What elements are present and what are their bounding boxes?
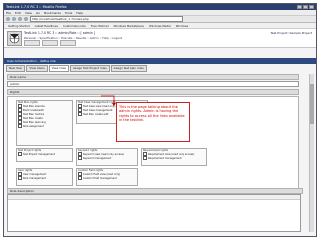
nav-button[interactable] [60, 40, 76, 46]
checkbox[interactable] [18, 124, 22, 128]
menu-help[interactable]: Help [76, 11, 83, 15]
tab-new-user[interactable]: New User [6, 65, 26, 72]
checkbox-label: Test Project management [23, 152, 55, 156]
checkbox[interactable] [78, 112, 82, 116]
checkbox-label: Custom Field management [83, 176, 117, 180]
editor-toolbar[interactable] [8, 195, 300, 200]
checkbox-label: Test Case management [83, 108, 113, 112]
checkbox-label: Test Plan create edit [83, 112, 109, 116]
checkbox[interactable] [78, 176, 82, 180]
checkbox-label: Test Plan execute [23, 104, 45, 108]
tab-assign-plan-roles[interactable]: Assign test plan roles [110, 65, 147, 72]
role-name-input[interactable]: admin [7, 81, 299, 87]
tab-view-users[interactable]: View Users [26, 65, 48, 72]
rights-label: Rights [7, 89, 299, 95]
role-name-label: Role name [7, 74, 299, 80]
address-bar[interactable]: http://localhost/testlink_1.7/index.php [30, 16, 183, 22]
annotation-note: This is the page talking about the admin… [116, 102, 190, 142]
group-user-rights: User rights User management Role managem… [16, 168, 73, 186]
menu-file[interactable]: File [6, 11, 11, 15]
test-project-label: Test Project: Sample Project [270, 31, 312, 35]
checkbox-label: Build create/edit [23, 108, 44, 112]
checkbox-row[interactable]: Requirement management [142, 156, 206, 160]
section-title: User Administration - define role [4, 58, 316, 64]
close-button[interactable] [309, 5, 314, 9]
group-test-project-rights: Test Project rights Test Project managem… [16, 148, 73, 162]
checkbox-row[interactable]: Test Project management [17, 152, 72, 156]
checkbox-label: Requirement view (read only access) [148, 152, 195, 156]
checkbox-label: User management [23, 172, 47, 176]
tab-view-roles[interactable]: View roles [48, 65, 70, 72]
maximize-button[interactable] [303, 5, 308, 9]
browser-window: TestLink 1.7.0 RC 3 :: Mozilla Firefox F… [3, 3, 317, 237]
checkbox-label: Role management [23, 176, 46, 180]
checkbox-label: Role assignment [23, 124, 44, 128]
group-keyword-rights: Keyword rights Keyword view (read only a… [76, 148, 138, 166]
testlink-logo [7, 31, 22, 46]
bookmark-item[interactable]: Latest Headlines [35, 24, 58, 28]
checkbox-row[interactable]: Role assignment [17, 124, 72, 128]
reload-icon[interactable] [18, 17, 22, 21]
secondary-navigation [24, 40, 76, 46]
admin-tabs: New User View Users View roles Assign Te… [4, 65, 316, 72]
nav-button[interactable] [42, 40, 58, 46]
menu-bookmarks[interactable]: Bookmarks [44, 11, 61, 15]
menu-tools[interactable]: Tools [65, 11, 72, 15]
checkbox-row[interactable]: Role management [17, 176, 72, 180]
checkbox-label: Test Plan create [23, 116, 43, 120]
menu-go[interactable]: Go [36, 11, 40, 15]
menu-view[interactable]: View [25, 11, 32, 15]
checkbox-label: Requirement management [148, 156, 182, 160]
role-description-editor[interactable] [7, 194, 301, 232]
bookmark-item[interactable]: Windows Marketplace [113, 24, 144, 28]
scrollbar-thumb[interactable] [310, 84, 314, 124]
back-icon[interactable] [6, 17, 10, 21]
window-title: TestLink 1.7.0 RC 3 :: Mozilla Firefox [6, 5, 67, 9]
group-custom-field-rights: Custom Field rights Custom Field view (r… [76, 168, 138, 186]
group-test-plan-rights: Test Plan rights Test Plan execute Build… [16, 100, 73, 146]
bookmark-item[interactable]: Free Hotmail [91, 24, 109, 28]
nav-button[interactable] [24, 40, 40, 46]
app-title: TestLink 1.7.0 RC 3 :: admin/Role :: [ a… [24, 31, 96, 35]
checkbox[interactable] [18, 176, 22, 180]
checkbox[interactable] [18, 152, 22, 156]
checkbox-row[interactable]: Custom Field management [77, 176, 137, 180]
checkbox-label: Keyword view (read only access) [83, 152, 124, 156]
bookmark-item[interactable]: Windows [176, 24, 189, 28]
bookmark-item[interactable]: Customize Links [63, 24, 86, 28]
menu-edit[interactable]: Edit [15, 11, 21, 15]
checkbox-label: Keyword management [83, 156, 112, 160]
navigation-toolbar: http://localhost/testlink_1.7/index.php [4, 16, 316, 23]
tab-assign-project-roles[interactable]: Assign Test Project roles [70, 65, 110, 72]
scrollbar[interactable] [309, 74, 314, 232]
checkbox-label: Test Plan planning [23, 120, 46, 124]
bookmark-item[interactable]: Windows Media [149, 24, 171, 28]
checkbox[interactable] [78, 156, 82, 160]
group-requirement-rights: Requirement rights Requirement view (rea… [141, 148, 207, 166]
forward-icon[interactable] [12, 17, 16, 21]
checkbox-row[interactable]: Keyword management [77, 156, 137, 160]
checkbox-label: Test Plan metrics [23, 112, 45, 116]
bookmark-item[interactable]: Getting Started [8, 24, 30, 28]
checkbox-label: Custom Field view (read only) [83, 172, 121, 176]
checkbox[interactable] [143, 156, 147, 160]
home-icon[interactable] [24, 17, 28, 21]
minimize-button[interactable] [297, 5, 302, 9]
app-header: TestLink 1.7.0 RC 3 :: admin/Role :: [ a… [4, 29, 316, 48]
